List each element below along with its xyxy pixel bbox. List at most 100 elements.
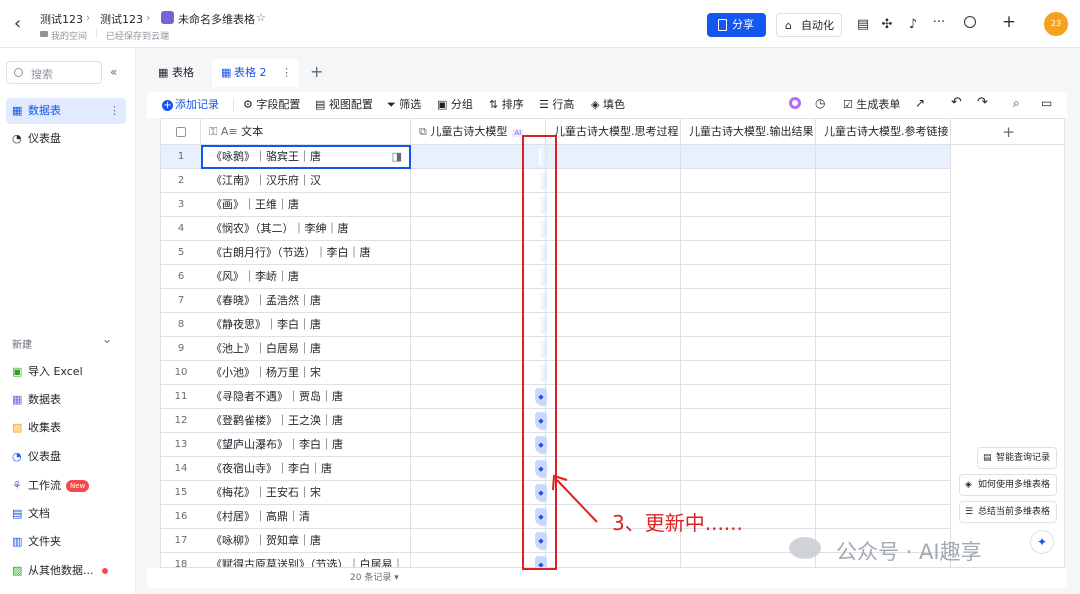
- sidebar-item-doc[interactable]: ▤ 文档: [6, 501, 126, 527]
- cell-output[interactable]: [681, 169, 816, 193]
- record-count[interactable]: 20 条记录 ▾: [350, 568, 399, 588]
- cell-text[interactable]: 《咏柳》｜贺知章｜唐: [201, 529, 411, 553]
- cell-thinking[interactable]: [546, 265, 681, 289]
- view-config-button[interactable]: ▤ 视图配置: [315, 97, 373, 113]
- add-icon[interactable]: +: [1001, 14, 1017, 31]
- avatar[interactable]: 23: [1044, 12, 1068, 36]
- collapse-sidebar-icon[interactable]: «: [110, 65, 117, 79]
- cell-output[interactable]: [681, 193, 816, 217]
- add-column-button[interactable]: +: [951, 119, 1064, 145]
- cell-output[interactable]: [681, 481, 816, 505]
- comment-icon[interactable]: ▭: [1041, 96, 1052, 110]
- automation-button[interactable]: ⌂ 自动化: [776, 13, 842, 37]
- column-header-refs[interactable]: 儿童古诗大模型.参考链接: [816, 119, 951, 145]
- tab-table-1[interactable]: ▦ 表格: [150, 61, 210, 85]
- cell-thinking[interactable]: [546, 385, 681, 409]
- cell-text[interactable]: 《风》｜李峤｜唐: [201, 265, 411, 289]
- breadcrumb-item[interactable]: 测试123: [100, 11, 143, 27]
- chevron-down-icon[interactable]: ⌄: [102, 332, 112, 346]
- location-label[interactable]: 我的空间: [51, 29, 87, 42]
- more-icon[interactable]: ⋮: [281, 59, 292, 87]
- cell-text[interactable]: 《悯农》（其二）｜李绅｜唐: [201, 217, 411, 241]
- cell-output[interactable]: [681, 361, 816, 385]
- cell-refs[interactable]: [816, 457, 951, 481]
- cell-text[interactable]: 《夜宿山寺》｜李白｜唐: [201, 457, 411, 481]
- column-header-thinking[interactable]: 儿童古诗大模型.思考过程: [546, 119, 681, 145]
- cell-refs[interactable]: [816, 145, 951, 169]
- cell-refs[interactable]: [816, 337, 951, 361]
- smart-query-button[interactable]: ▤ 智能查询记录: [977, 447, 1058, 469]
- cell-thinking[interactable]: [546, 145, 681, 169]
- cell-text[interactable]: 《小池》｜杨万里｜宋: [201, 361, 411, 385]
- cell-text[interactable]: 《梅花》｜王安石｜宋: [201, 481, 411, 505]
- sidebar-item-form[interactable]: ▧ 收集表: [6, 415, 126, 441]
- cell-thinking[interactable]: [546, 169, 681, 193]
- history-icon[interactable]: ◷: [815, 96, 825, 110]
- cell-output[interactable]: [681, 217, 816, 241]
- column-header-text[interactable]: ⚿ A≡ 文本: [201, 119, 411, 145]
- cell-output[interactable]: [681, 385, 816, 409]
- cell-refs[interactable]: [816, 217, 951, 241]
- sort-button[interactable]: ⇅ 排序: [489, 97, 524, 113]
- sidebar-item-other-data[interactable]: ▨ 从其他数据...: [6, 558, 126, 584]
- share-button[interactable]: 分享: [707, 13, 766, 37]
- cell-output[interactable]: [681, 241, 816, 265]
- sidebar-item-import-excel[interactable]: ▣ 导入 Excel: [6, 359, 126, 385]
- fill-color-button[interactable]: ◈ 填色: [591, 97, 625, 113]
- cell-refs[interactable]: [816, 481, 951, 505]
- cell-thinking[interactable]: [546, 217, 681, 241]
- cell-thinking[interactable]: [546, 553, 681, 567]
- cell-text[interactable]: 《村居》｜高鼎｜清: [201, 505, 411, 529]
- bell-icon[interactable]: ♪: [906, 17, 920, 33]
- sidebar-item-datatable[interactable]: ▦ 数据表 ⋮: [6, 98, 126, 124]
- generate-form-button[interactable]: ☑ 生成表单: [843, 97, 900, 113]
- add-record-button[interactable]: + 添加记录: [162, 97, 219, 113]
- document-title[interactable]: 未命名多维表格: [178, 11, 255, 27]
- filter-button[interactable]: ⏷ 筛选: [387, 97, 421, 113]
- cell-text[interactable]: 《望庐山瀑布》｜李白｜唐: [201, 433, 411, 457]
- ai-sparkle-button[interactable]: ✦: [1030, 530, 1054, 554]
- how-to-use-button[interactable]: ◈ 如何使用多维表格: [959, 474, 1058, 496]
- cell-output[interactable]: [681, 457, 816, 481]
- group-button[interactable]: ▣ 分组: [437, 97, 473, 113]
- tab-table-2[interactable]: ▦ 表格 2 ⋮: [212, 59, 298, 87]
- star-icon[interactable]: ☆: [256, 11, 266, 24]
- cell-refs[interactable]: [816, 505, 951, 529]
- sidebar-item-new-dashboard[interactable]: ◔ 仪表盘: [6, 444, 126, 470]
- cell-output[interactable]: [681, 313, 816, 337]
- cell-refs[interactable]: [816, 385, 951, 409]
- search-icon[interactable]: [964, 16, 976, 28]
- cell-refs[interactable]: [816, 169, 951, 193]
- sidebar-item-folder[interactable]: ▥ 文件夹: [6, 529, 126, 555]
- cell-text[interactable]: 《春晓》｜孟浩然｜唐: [201, 289, 411, 313]
- expand-record-icon[interactable]: ◨: [392, 145, 402, 169]
- back-arrow-icon[interactable]: ‹: [14, 14, 30, 34]
- cell-text[interactable]: 《画》｜王维｜唐: [201, 193, 411, 217]
- cell-thinking[interactable]: [546, 409, 681, 433]
- cell-refs[interactable]: [816, 313, 951, 337]
- cell-refs[interactable]: [816, 361, 951, 385]
- sidebar-item-workflow[interactable]: ⚘ 工作流 New: [6, 473, 126, 499]
- cell-output[interactable]: [681, 433, 816, 457]
- cell-thinking[interactable]: [546, 361, 681, 385]
- cell-refs[interactable]: [816, 289, 951, 313]
- redo-icon[interactable]: ↷: [977, 95, 988, 110]
- cell-text[interactable]: 《咏鹅》｜骆宾王｜唐 ◨: [201, 145, 411, 169]
- cell-thinking[interactable]: [546, 241, 681, 265]
- cell-output[interactable]: [681, 265, 816, 289]
- cell-thinking[interactable]: [546, 193, 681, 217]
- row-height-button[interactable]: ☰ 行高: [539, 97, 574, 113]
- share-view-icon[interactable]: ↗: [915, 96, 925, 110]
- cell-refs[interactable]: [816, 241, 951, 265]
- cell-thinking[interactable]: [546, 337, 681, 361]
- field-config-button[interactable]: ⚙ 字段配置: [243, 97, 300, 113]
- select-all-checkbox[interactable]: [161, 119, 201, 145]
- breadcrumb-item[interactable]: 测试123: [40, 11, 83, 27]
- plugin-icon[interactable]: ✣: [880, 17, 894, 33]
- cell-refs[interactable]: [816, 433, 951, 457]
- cell-refs[interactable]: [816, 193, 951, 217]
- add-tab-icon[interactable]: +: [310, 62, 323, 81]
- sidebar-item-dashboard[interactable]: ◔ 仪表盘: [6, 126, 126, 152]
- more-icon[interactable]: ⋮: [109, 98, 120, 124]
- cell-refs[interactable]: [816, 265, 951, 289]
